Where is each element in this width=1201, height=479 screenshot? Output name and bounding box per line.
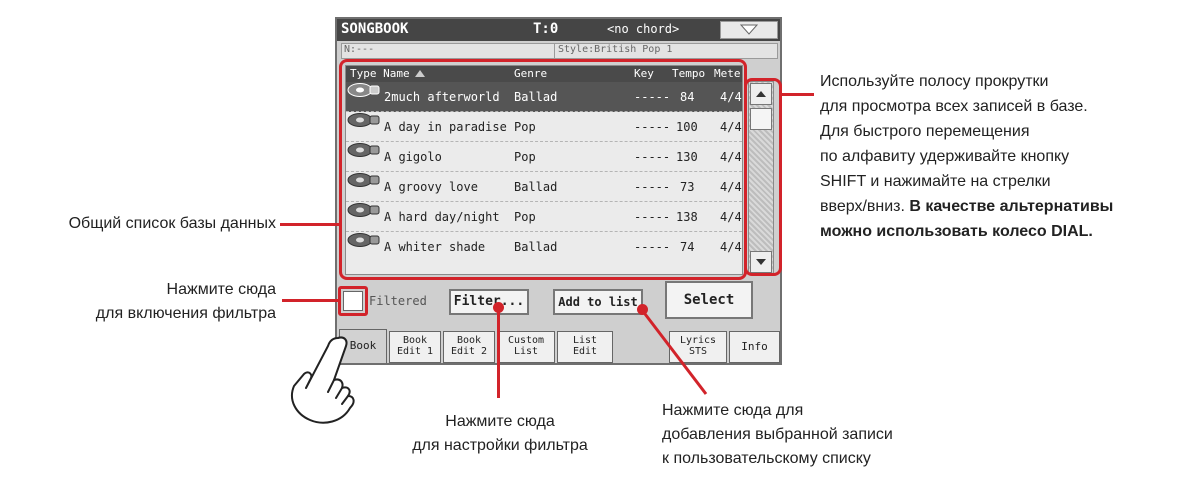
filter-button[interactable]: Filter... xyxy=(449,289,529,315)
tab-custom-list[interactable]: Custom List xyxy=(497,331,555,363)
info-divider xyxy=(554,44,555,58)
tab-label: Info xyxy=(741,340,768,353)
filtered-label: Filtered xyxy=(369,294,427,308)
annotation-line: Нажмите сюда xyxy=(445,413,555,430)
tab-label: List xyxy=(572,335,598,346)
tab-label: Book xyxy=(456,335,482,346)
tab-label: Edit 2 xyxy=(450,346,488,357)
annotation-line: для включения фильтра xyxy=(95,305,276,322)
tab-book-edit-1[interactable]: Book Edit 1 xyxy=(389,331,441,363)
scrollbar-highlight xyxy=(744,78,782,276)
checkbox-callout-line xyxy=(282,299,338,302)
list-callout-line xyxy=(280,223,340,226)
annotation-line: вверх/вниз. В качестве альтернативы xyxy=(820,194,1200,219)
annotation-line: для просмотра всех записей в базе. xyxy=(820,98,1088,115)
list-highlight xyxy=(339,59,747,280)
annotation-line: к пользовательскому списку xyxy=(662,450,871,467)
tab-label: List xyxy=(513,346,539,357)
annotation-line: Используйте полосу прокрутки xyxy=(820,73,1049,90)
annotation-line: Нажмите сюда xyxy=(166,281,276,298)
annotation-line: SHIFT и нажимайте на стрелки xyxy=(820,173,1051,190)
annotation-bold-text: можно использовать колесо DIAL. xyxy=(820,223,1093,240)
transpose-indicator: T:0 xyxy=(533,21,559,37)
annotation-line: можно использовать колесо DIAL. xyxy=(820,219,1200,244)
annotation-line: по алфавиту удерживайте кнопку xyxy=(820,148,1070,165)
title-bar: SONGBOOK T:0 <no chord> xyxy=(337,19,780,41)
tab-label: Book xyxy=(402,335,428,346)
page-menu-button[interactable] xyxy=(720,21,778,39)
tab-info[interactable]: Info xyxy=(729,331,780,363)
style-readout: Style:British Pop 1 xyxy=(558,44,673,55)
add-callout-line xyxy=(640,309,708,395)
tab-label: Custom xyxy=(507,335,545,346)
annotation-line: добавления выбранной записи xyxy=(662,426,893,443)
annotation-bold-text: В качестве альтернативы xyxy=(909,198,1114,215)
annotation-line: Нажмите сюда для xyxy=(662,402,804,419)
filter-callout-line xyxy=(497,310,500,398)
pointing-hand-icon xyxy=(291,336,355,424)
info-bar: N:--- Style:British Pop 1 xyxy=(341,43,778,59)
tab-list-edit[interactable]: List Edit xyxy=(557,331,613,363)
chevron-down-icon xyxy=(740,24,758,35)
checkbox-highlight xyxy=(338,286,368,316)
filter-setup-annotation: Нажмите сюда для настройки фильтра xyxy=(380,410,620,458)
annotation-text: вверх/вниз. xyxy=(820,198,905,215)
song-name-readout: N:--- xyxy=(344,44,375,55)
chord-indicator: <no chord> xyxy=(607,22,680,36)
scrollbar-annotation: Используйте полосу прокрутки для просмот… xyxy=(820,69,1200,244)
tab-label: Edit 1 xyxy=(396,346,434,357)
annotation-line: Для быстрого перемещения xyxy=(820,123,1030,140)
tab-book-edit-2[interactable]: Book Edit 2 xyxy=(443,331,495,363)
list-annotation: Общий список базы данных xyxy=(68,215,276,232)
page-title: SONGBOOK xyxy=(341,21,409,37)
add-annotation: Нажмите сюда для добавления выбранной за… xyxy=(662,399,982,471)
filter-on-annotation: Нажмите сюда для включения фильтра xyxy=(30,278,276,326)
annotation-line: для настройки фильтра xyxy=(412,437,588,454)
tab-label: Edit xyxy=(572,346,598,357)
scrollbar-callout-line xyxy=(782,93,814,96)
